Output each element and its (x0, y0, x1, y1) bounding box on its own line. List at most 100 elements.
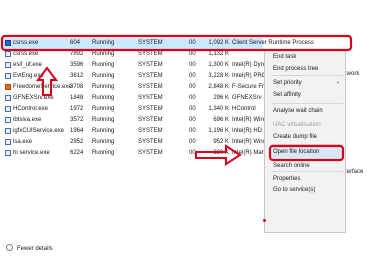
menu-item-label: Properties (273, 176, 301, 182)
process-cpu: 00 (189, 40, 196, 46)
annotation-dot (263, 219, 266, 222)
process-memory: 1,340 K (208, 106, 229, 112)
description-overflow-interface: terface (345, 169, 364, 175)
table-row[interactable]: ibtsiva.exe 3572 Running SYSTEM 00 696 K Intel… (3, 115, 270, 126)
menu-item-label: Search online (273, 163, 310, 169)
menu-item-properties[interactable]: Properties (273, 174, 343, 185)
process-status: Running (92, 150, 115, 156)
menu-separator (271, 144, 343, 145)
menu-item-label: UAC virtualisation (273, 122, 321, 128)
menu-item-end-process-tree[interactable]: End process tree (273, 64, 343, 75)
process-user: SYSTEM (138, 150, 163, 156)
process-status: Running (92, 62, 115, 68)
fewer-details-label: Fewer details (17, 246, 53, 252)
process-pid: 1848 (70, 95, 84, 101)
process-status: Running (92, 106, 115, 112)
table-row[interactable]: GFNEXSrv.exe 1848 Running SYSTEM 00 296 K GFNE… (3, 93, 263, 104)
menu-item-end-task[interactable]: End task (273, 52, 343, 63)
menu-item-analyse-wait-chain[interactable]: Analyse wait chain (273, 106, 343, 117)
menu-separator (271, 171, 343, 172)
process-description: HControl (232, 106, 256, 112)
process-user: SYSTEM (138, 117, 163, 123)
process-memory: 2,848 K (208, 84, 229, 90)
process-status: Running (92, 139, 115, 145)
process-user: SYSTEM (138, 51, 163, 57)
process-cpu: 00 (189, 84, 196, 90)
menu-item-open-file-location[interactable]: Open file location (273, 147, 343, 158)
table-row[interactable]: HControl.exe 1972 Running SYSTEM 00 1,340 K HC… (3, 104, 263, 115)
table-row[interactable]: EvtEng.exe 3612 Running SYSTEM 00 3,228 K Inte… (3, 71, 274, 82)
menu-item-set-priority[interactable]: Set priority › (273, 78, 343, 89)
process-memory: 1,300 K (208, 62, 229, 68)
process-pid: 3708 (70, 84, 84, 90)
window-icon (5, 139, 11, 145)
fewer-details-button[interactable]: Fewer details (6, 244, 53, 252)
process-cpu: 00 (189, 62, 196, 68)
table-row[interactable]: igfxCUIService.exe 1964 Running SYSTEM 00 1,1… (3, 126, 270, 137)
window-icon (5, 117, 11, 123)
process-memory: 1,196 K (208, 128, 229, 134)
process-name: EvtEng.exe (13, 73, 44, 79)
menu-item-label: End process tree (273, 66, 319, 72)
menu-item-create-dump-file[interactable]: Create dump file (273, 132, 343, 143)
description-overflow-network: twork (345, 71, 360, 77)
menu-item-label: End task (273, 54, 297, 60)
menu-item-label: Create dump file (273, 134, 318, 140)
table-row[interactable]: lsa.exe 2952 Running SYSTEM 00 952 K Intel(R) … (3, 137, 270, 148)
table-row[interactable]: FreedomeService.exe 3708 Running SYSTEM 00 2,… (3, 82, 274, 93)
table-row[interactable]: hi service.exe 6224 Running SYSTEM 00 820 K In… (3, 148, 268, 159)
process-cpu: 00 (189, 95, 196, 101)
window-icon (5, 40, 11, 46)
process-memory: 952 K (213, 139, 229, 145)
window-icon (5, 106, 11, 112)
gear-icon (5, 84, 11, 90)
process-memory: 1,092 K (208, 40, 229, 46)
process-pid: 3612 (70, 73, 84, 79)
task-manager-details: csrss.exe 604 Running SYSTEM 00 1,092 K Client… (0, 0, 384, 258)
process-cpu: 00 (189, 51, 196, 57)
process-pid: 6224 (70, 150, 84, 156)
process-memory: 3,228 K (208, 73, 229, 79)
process-user: SYSTEM (138, 73, 163, 79)
process-pid: 7892 (70, 51, 84, 57)
process-name: igfxCUIService.exe (13, 128, 65, 134)
process-cpu: 00 (189, 150, 196, 156)
process-cpu: 00 (189, 106, 196, 112)
window-icon (5, 150, 11, 156)
process-name: lsa.exe (13, 139, 33, 145)
process-pid: 3572 (70, 117, 84, 123)
window-icon (5, 51, 11, 57)
process-status: Running (92, 95, 115, 101)
process-status: Running (92, 40, 115, 46)
process-user: SYSTEM (138, 95, 163, 101)
menu-separator (271, 75, 343, 76)
process-name: GFNEXSrv.exe (13, 95, 54, 101)
process-name: csrss.exe (13, 40, 39, 46)
process-name: hi service.exe (13, 150, 50, 156)
menu-item-uac-virtualisation[interactable]: UAC virtualisation (273, 120, 343, 131)
process-description: GFNEXSrv (232, 95, 262, 101)
window-icon (5, 128, 11, 134)
process-memory: 696 K (213, 117, 229, 123)
process-pid: 604 (70, 40, 81, 46)
table-row[interactable]: csrss.exe 7892 Running SYSTEM 00 1,132 K (3, 49, 263, 60)
process-user: SYSTEM (138, 84, 163, 90)
process-name: HControl.exe (13, 106, 49, 112)
process-cpu: 00 (189, 128, 196, 134)
menu-item-set-affinity[interactable]: Set affinity (273, 90, 343, 101)
process-cpu: 00 (189, 117, 196, 123)
chevron-right-icon: › (337, 80, 339, 86)
menu-separator (271, 103, 343, 104)
window-icon (5, 62, 11, 68)
process-status: Running (92, 128, 115, 134)
process-name: ibtsiva.exe (13, 117, 42, 123)
process-status: Running (92, 51, 115, 57)
table-row[interactable]: csrss.exe 604 Running SYSTEM 00 1,092 K Client… (3, 38, 314, 49)
table-row[interactable]: esif_uf.exe 3596 Running SYSTEM 00 1,300 K Int… (3, 60, 272, 71)
process-pid: 3596 (70, 62, 84, 68)
menu-item-go-to-service-s[interactable]: Go to service(s) (273, 185, 343, 196)
process-user: SYSTEM (138, 139, 163, 145)
context-menu: End task End process tree Set priority › Set… (264, 49, 346, 233)
process-user: SYSTEM (138, 106, 163, 112)
process-user: SYSTEM (138, 62, 163, 68)
